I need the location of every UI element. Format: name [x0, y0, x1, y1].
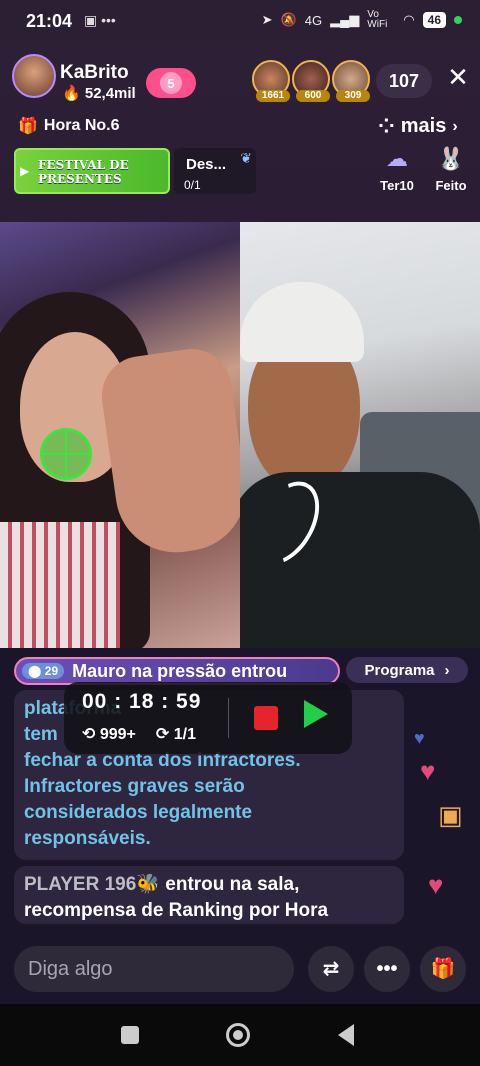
- side-label: Feito: [435, 178, 467, 193]
- host-fans: 🔥 52,4mil: [62, 84, 136, 102]
- task-card[interactable]: Des... 0/1 ❦: [174, 148, 256, 194]
- heart-icon: ♥: [428, 870, 444, 900]
- battery-indicator: 46: [422, 12, 446, 28]
- network-label: 4G: [304, 12, 323, 28]
- share-button[interactable]: ⇄: [308, 946, 354, 992]
- grid-icon: ⁘: [378, 116, 395, 138]
- fans-count: 52,4mil: [84, 85, 136, 102]
- entry-message: Mauro na pressão entrou: [72, 660, 288, 681]
- close-button[interactable]: ✕: [444, 62, 472, 98]
- privacy-dot-icon: [454, 16, 462, 24]
- video-right[interactable]: [240, 222, 480, 648]
- home-button[interactable]: [226, 1023, 250, 1047]
- status-bar: 21:04 ▣ ••• ➤ 🔕 4G ▂▄▆ Vo WiFi ◠ 46: [0, 0, 480, 42]
- program-label: Programa: [364, 661, 435, 679]
- notice-line: considerados legalmente: [24, 802, 253, 823]
- host-name[interactable]: KaBrito: [60, 62, 129, 84]
- video-left[interactable]: [0, 222, 240, 648]
- gift-box-icon: ▣: [438, 800, 463, 830]
- crosshair-icon: [40, 428, 92, 480]
- festival-label: FESTIVAL DE PRESENTES: [38, 158, 129, 186]
- viewer-count[interactable]: 107: [376, 64, 432, 98]
- recents-button[interactable]: [121, 1026, 139, 1044]
- chat-text: entrou na sala,: [165, 874, 300, 895]
- bunny-icon: 🐰: [437, 146, 465, 171]
- repeat-icon: ⟲: [82, 726, 96, 743]
- more-label: mais: [400, 115, 447, 137]
- festival-banner[interactable]: ▶ FESTIVAL DE PRESENTES: [14, 148, 170, 194]
- task-title: Des...: [186, 156, 227, 173]
- notice-line: responsáveis.: [24, 828, 151, 849]
- chevron-right-icon: ›: [444, 661, 450, 679]
- heart-icon: ♥: [414, 728, 425, 748]
- play-button[interactable]: [304, 700, 328, 728]
- comment-input[interactable]: Diga algo: [14, 946, 294, 992]
- stop-button[interactable]: [254, 706, 278, 730]
- back-button[interactable]: [338, 1024, 354, 1046]
- hour-rank-label: Hora No.6: [43, 117, 120, 134]
- status-icons: ➤ 🔕 4G ▂▄▆ Vo WiFi ◠ 46: [262, 10, 462, 30]
- repeat-count: 999+: [99, 726, 136, 743]
- recorder-counters: ⟲ 999+ ⟳ 1/1: [82, 724, 196, 744]
- play-icon: ▶: [20, 164, 30, 178]
- signal-icon: ▂▄▆: [330, 12, 360, 27]
- level-number: 5: [160, 72, 182, 94]
- side-button-feito[interactable]: 🐰 Feito: [428, 146, 474, 193]
- fire-icon: 🔥: [62, 85, 81, 102]
- system-nav-bar: [0, 1004, 480, 1066]
- vowifi-label: Vo WiFi: [367, 9, 388, 30]
- chat-username[interactable]: PLAYER 196: [24, 874, 136, 895]
- status-time: 21:04: [26, 11, 73, 31]
- viewer-score: 309: [336, 90, 370, 102]
- location-icon: ➤: [261, 12, 273, 27]
- chevron-right-icon: ›: [452, 117, 458, 135]
- recording-time: 00 : 18 : 59: [82, 690, 202, 713]
- chat-text: recompensa de Ranking por Hora: [24, 900, 329, 921]
- side-button-ter10[interactable]: ☁ Ter10: [374, 146, 420, 193]
- gift-icon: 🎁: [430, 958, 456, 980]
- program-button[interactable]: Programa ›: [346, 657, 468, 683]
- side-label: Ter10: [380, 178, 414, 193]
- loop-icon: ⟳: [155, 726, 170, 743]
- viewer-score: 1661: [256, 90, 290, 102]
- notice-line: Infractores graves serão: [24, 776, 245, 797]
- loop-count: 1/1: [173, 726, 197, 743]
- gift-button[interactable]: 🎁: [420, 946, 466, 992]
- cloud-icon: ☁: [386, 146, 408, 171]
- entry-notice: ⬤ 29 Mauro na pressão entrou: [14, 657, 340, 685]
- mute-icon: 🔕: [280, 12, 297, 27]
- viewer-score: 600: [296, 90, 330, 102]
- user-level-badge: ⬤ 29: [22, 663, 65, 679]
- bee-icon: 🐝: [136, 874, 160, 895]
- host-level-badge[interactable]: 5: [146, 68, 196, 98]
- more-options-button[interactable]: •••: [364, 946, 410, 992]
- screen-recorder[interactable]: 00 : 18 : 59 ⟲ 999+ ⟳ 1/1: [64, 682, 352, 754]
- top-viewer-3[interactable]: 309: [332, 60, 370, 102]
- share-icon: ⇄: [322, 958, 340, 980]
- user-level: 29: [44, 664, 59, 678]
- top-viewer-1[interactable]: 1661: [252, 60, 290, 102]
- task-progress: 0/1: [184, 178, 201, 192]
- video-content: [0, 522, 120, 648]
- top-viewer-2[interactable]: 600: [292, 60, 330, 102]
- heart-icon: ♥: [420, 756, 436, 786]
- butterfly-icon: ❦: [240, 150, 252, 166]
- chat-message[interactable]: PLAYER 196🐝 entrou na sala, recompensa d…: [14, 866, 404, 924]
- hour-rank[interactable]: 🎁 Hora No.6: [18, 116, 120, 136]
- gift-icon: 🎁: [18, 118, 38, 135]
- host-avatar[interactable]: [12, 54, 56, 98]
- video-content: [240, 282, 364, 362]
- wifi-icon: ◠: [403, 12, 415, 27]
- more-button[interactable]: ⁘ mais ›: [378, 114, 458, 139]
- notification-icon: ▣ •••: [84, 12, 116, 28]
- divider: [228, 698, 229, 738]
